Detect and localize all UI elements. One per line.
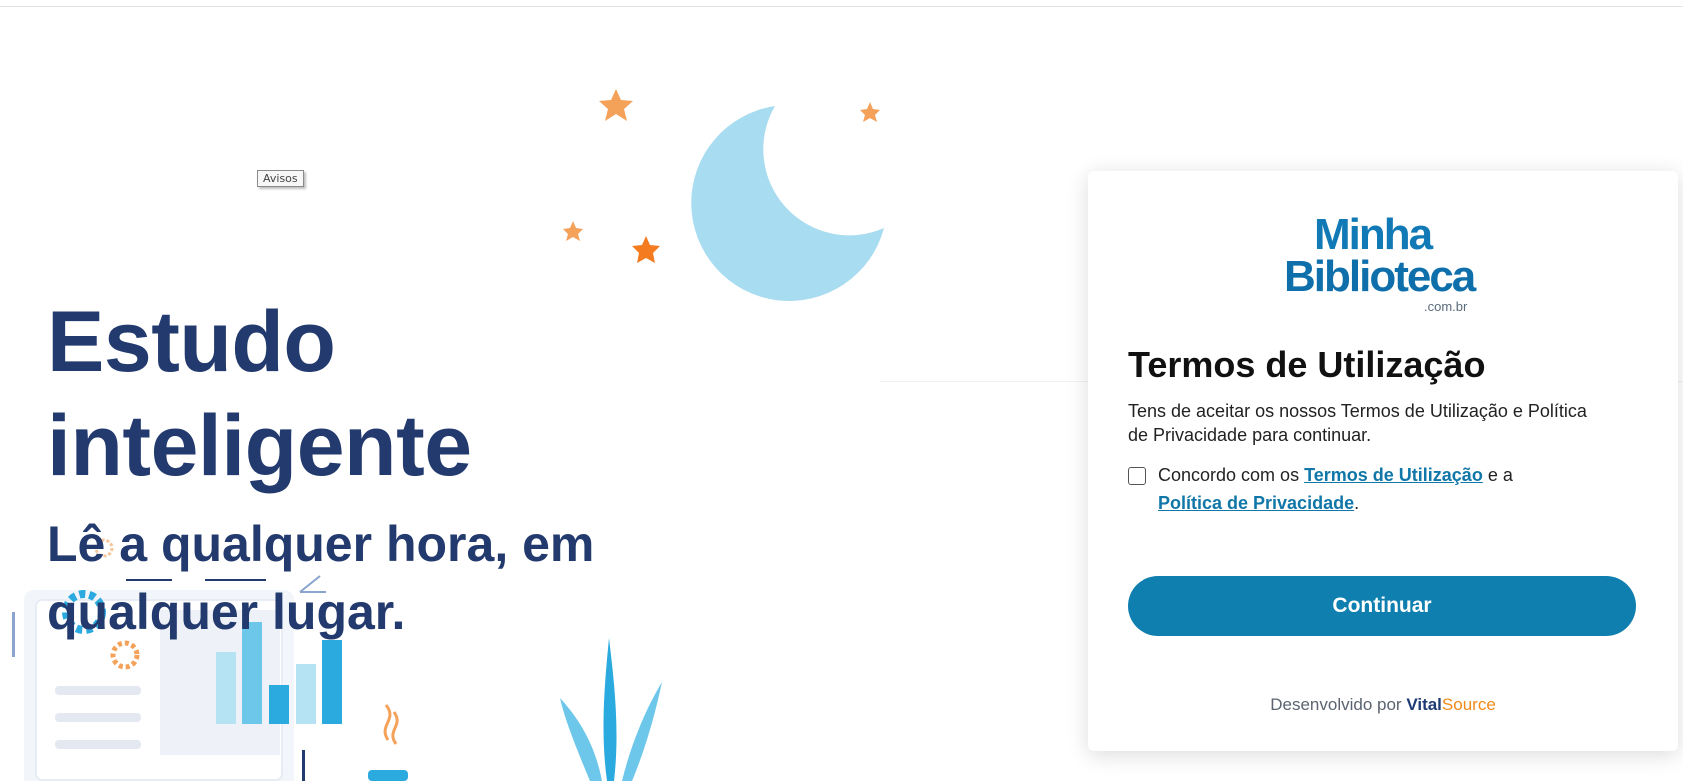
hero-title: Estudo inteligente	[47, 290, 747, 498]
privacy-link[interactable]: Política de Privacidade	[1158, 493, 1354, 513]
terms-title: Termos de Utilização	[1128, 344, 1486, 385]
moon-illustration	[691, 106, 884, 301]
consent-connector: e a	[1487, 465, 1513, 485]
hero-title-line1: Estudo	[47, 294, 336, 390]
consent-checkbox[interactable]	[1128, 467, 1146, 485]
star-icon	[860, 102, 880, 122]
logo-domain: .com.br	[1424, 299, 1468, 314]
logo-line2: Biblioteca	[1284, 252, 1476, 301]
powered-by-label: Desenvolvido por	[1270, 695, 1402, 714]
hero: Estudo inteligente Lê a qualquer hora, e…	[47, 290, 747, 646]
vitalsource-logo-part1: Vital	[1406, 695, 1442, 714]
hero-title-line2: inteligente	[47, 398, 472, 494]
star-icon	[599, 89, 633, 121]
consent-prefix: Concordo com os	[1158, 465, 1300, 485]
star-icon	[632, 236, 660, 263]
consent-text: Concordo com os Termos de Utilização e a…	[1158, 461, 1628, 517]
vitalsource-logo-part2: Source	[1441, 695, 1496, 714]
continue-button[interactable]: Continuar	[1128, 576, 1636, 636]
powered-by: Desenvolvido por VitalSource	[1088, 695, 1678, 715]
terms-link[interactable]: Termos de Utilização	[1304, 465, 1483, 485]
page: Avisos Estudo inteligente Lê a qualquer …	[0, 0, 1683, 781]
terms-card: Minha Biblioteca .com.br Termos de Utili…	[1088, 171, 1678, 751]
plant-illustration	[560, 638, 662, 781]
star-icon	[563, 221, 583, 241]
terms-description: Tens de aceitar os nossos Termos de Util…	[1128, 401, 1587, 445]
hero-subtitle: Lê a qualquer hora, em qualquer lugar.	[47, 516, 595, 640]
consent-suffix: .	[1354, 493, 1360, 513]
notice-tab[interactable]: Avisos	[257, 170, 304, 187]
minha-biblioteca-logo: Minha Biblioteca .com.br	[1284, 211, 1484, 315]
coffee-steam-icon	[368, 704, 408, 781]
